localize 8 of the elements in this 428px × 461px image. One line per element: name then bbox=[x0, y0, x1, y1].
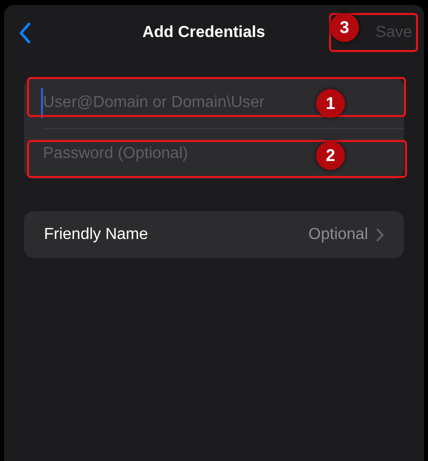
friendly-name-value: Optional bbox=[308, 226, 368, 244]
chevron-icon bbox=[376, 228, 384, 242]
friendly-name-label: Friendly Name bbox=[44, 226, 148, 244]
number-badge: 3 bbox=[330, 13, 359, 42]
back-button[interactable] bbox=[18, 22, 32, 44]
back-icon bbox=[18, 22, 32, 44]
screen-title: Add Credentials bbox=[142, 24, 266, 42]
friendly-name-row[interactable]: Friendly Name Optional bbox=[24, 211, 404, 258]
